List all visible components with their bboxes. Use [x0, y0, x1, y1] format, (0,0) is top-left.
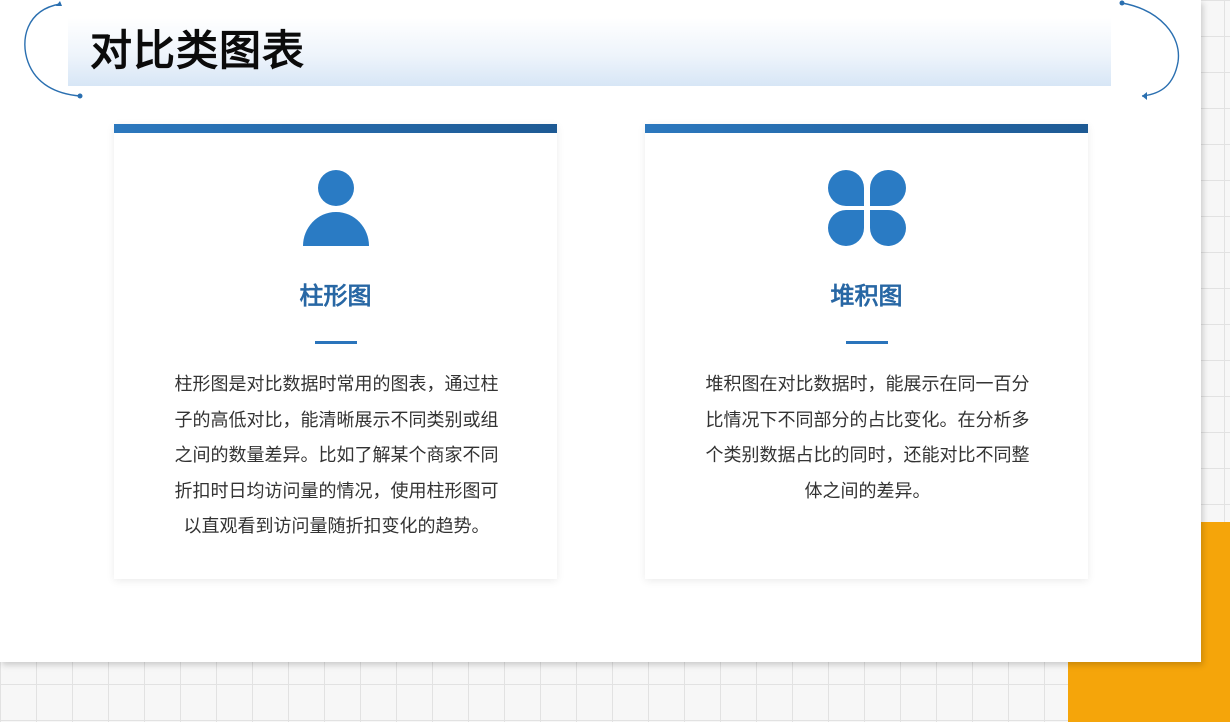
- description-line: 堆积图在对比数据时，能展示在同一百分: [705, 374, 1030, 395]
- card-title: 堆积图: [830, 282, 903, 310]
- description-line: 比情况下不同部分的占比变化。在分析多: [705, 409, 1030, 431]
- card-title: 柱形图: [299, 282, 372, 310]
- card-description: 柱形图是对比数据时常用的图表，通过柱 子的高低对比，能清晰展示不同类别或组 之间…: [158, 367, 515, 545]
- card-top-bar: [645, 124, 1088, 133]
- person-icon: [302, 170, 369, 246]
- four-petal-icon: [827, 170, 906, 246]
- description-line: 柱形图是对比数据时常用的图表，通过柱: [174, 374, 499, 395]
- card-stacked-chart: 堆积图 堆积图在对比数据时，能展示在同一百分 比情况下不同部分的占比变化。在分析…: [645, 124, 1088, 579]
- description-line: 折扣时日均访问量的情况，使用柱形图可: [174, 480, 499, 502]
- description-line: 之间的数量差异。比如了解某个商家不同: [174, 445, 499, 466]
- description-line: 子的高低对比，能清晰展示不同类别或组: [174, 409, 499, 431]
- card-divider: [314, 341, 357, 344]
- right-arc-decoration: [1119, 0, 1180, 100]
- page-title: 对比类图表: [90, 26, 306, 75]
- card-top-bar: [114, 124, 557, 133]
- card-divider: [845, 341, 888, 344]
- description-line: 体之间的差异。: [804, 480, 931, 502]
- description-line: 以直观看到访问量随折扣变化的趋势。: [183, 516, 490, 537]
- card-description: 堆积图在对比数据时，能展示在同一百分 比情况下不同部分的占比变化。在分析多 个类…: [689, 367, 1046, 509]
- slide: 对比类图表 柱形图 柱形图是对比数据时常用的图表，通过柱 子的高低对比，能清晰展…: [0, 0, 1201, 662]
- card-bar-chart: 柱形图 柱形图是对比数据时常用的图表，通过柱 子的高低对比，能清晰展示不同类别或…: [114, 124, 557, 579]
- description-line: 个类别数据占比的同时，还能对比不同整: [705, 445, 1030, 466]
